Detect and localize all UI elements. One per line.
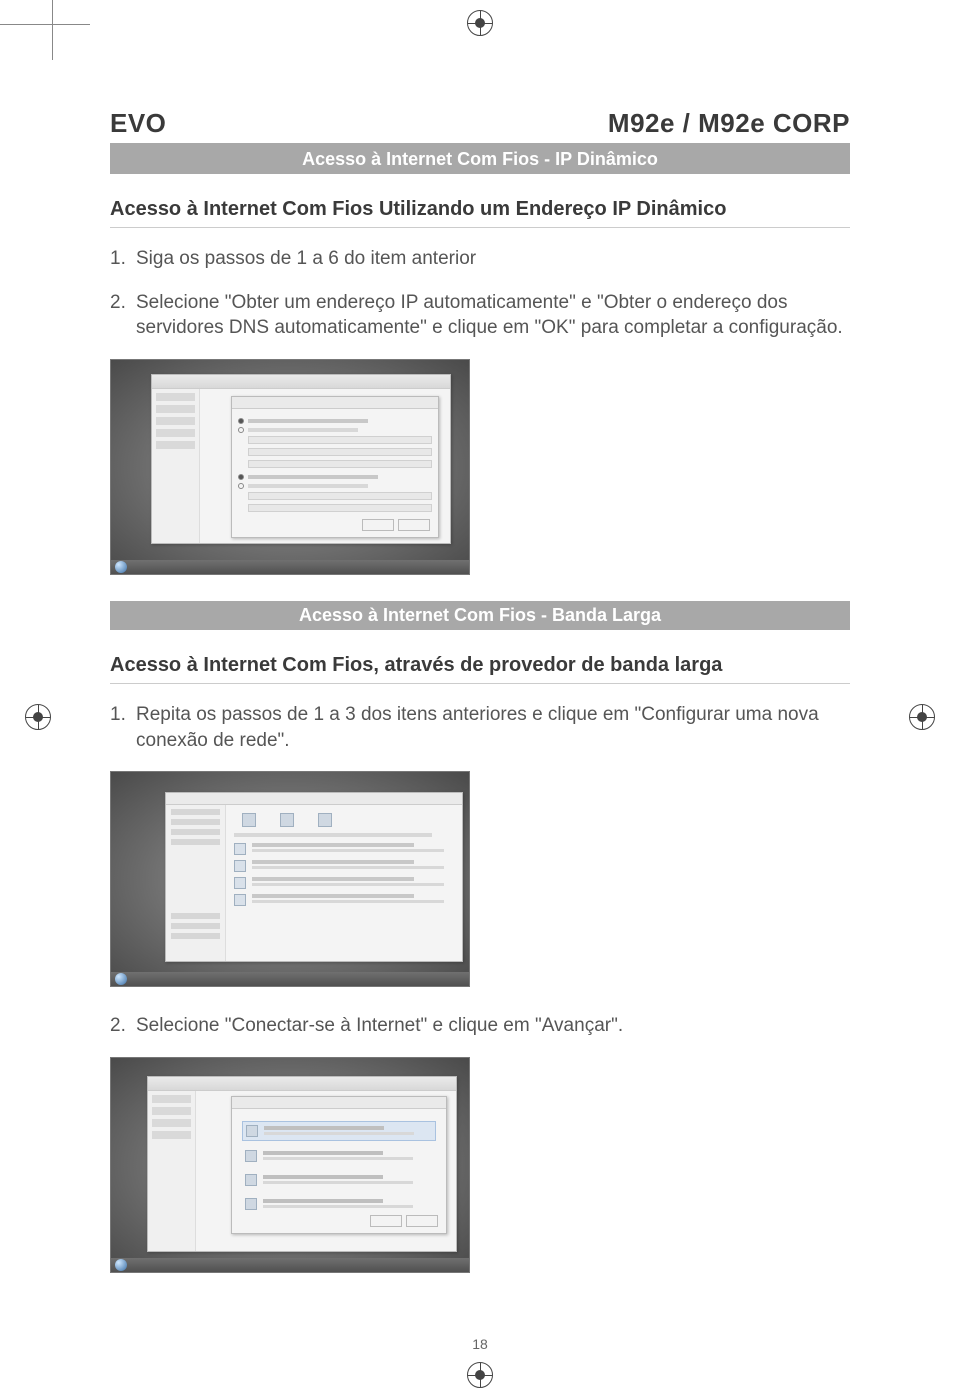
step-text: Selecione "Conectar-se à Internet" e cli…: [136, 1015, 623, 1036]
step-text: Siga os passos de 1 a 6 do item anterior: [136, 248, 476, 269]
registration-mark-top: [467, 10, 493, 36]
network-icon: [280, 813, 294, 827]
taskbar: [111, 972, 469, 986]
steps-list-2: 1.Repita os passos de 1 a 3 dos itens an…: [110, 702, 850, 753]
steps-list-2b: 2.Selecione "Conectar-se à Internet" e c…: [110, 1013, 850, 1039]
section-heading-1: Acesso à Internet Com Fios Utilizando um…: [110, 198, 850, 228]
screenshot-connection-wizard: [110, 1057, 470, 1273]
next-button: [370, 1215, 402, 1227]
computer-icon: [242, 813, 256, 827]
brand-label: EVO: [110, 108, 166, 139]
option-connect-workplace: [242, 1171, 436, 1189]
network-center-window: [165, 792, 463, 962]
step-1-1: 1.Siga os passos de 1 a 6 do item anteri…: [110, 246, 850, 272]
step-text: Repita os passos de 1 a 3 dos itens ante…: [136, 704, 819, 751]
page-number: 18: [472, 1336, 488, 1352]
setup-connection-wizard: [231, 1096, 447, 1234]
option-dialup: [242, 1195, 436, 1213]
cancel-button: [406, 1215, 438, 1227]
title-band: EVO M92e / M92e CORP: [110, 108, 850, 145]
option-setup-network: [242, 1147, 436, 1165]
step-1-2: 2.Selecione "Obter um endereço IP automa…: [110, 290, 850, 341]
section-band-1: Acesso à Internet Com Fios - IP Dinâmico: [110, 145, 850, 174]
start-orb-icon: [115, 1259, 127, 1271]
step-text: Selecione "Obter um endereço IP automati…: [136, 292, 843, 339]
section-band-2: Acesso à Internet Com Fios - Banda Larga: [110, 601, 850, 630]
registration-mark-right: [909, 704, 935, 730]
router-icon: [245, 1150, 257, 1162]
model-label: M92e / M92e CORP: [608, 108, 850, 139]
taskbar: [111, 1258, 469, 1272]
option-connect-internet: [242, 1121, 436, 1141]
ipv4-properties-dialog: [231, 396, 439, 538]
ok-button: [362, 519, 394, 531]
step-2-2: 2.Selecione "Conectar-se à Internet" e c…: [110, 1013, 850, 1039]
page-content: EVO M92e / M92e CORP Acesso à Internet C…: [110, 108, 850, 1299]
registration-mark-bottom: [467, 1362, 493, 1388]
step-2-1: 1.Repita os passos de 1 a 3 dos itens an…: [110, 702, 850, 753]
crop-vline: [52, 0, 53, 60]
globe-icon: [246, 1125, 258, 1137]
screenshot-ip-dialog: [110, 359, 470, 575]
start-orb-icon: [115, 561, 127, 573]
taskbar: [111, 560, 469, 574]
cancel-button: [398, 519, 430, 531]
building-icon: [245, 1174, 257, 1186]
section-heading-2: Acesso à Internet Com Fios, através de p…: [110, 654, 850, 684]
screenshot-network-center: [110, 771, 470, 987]
phone-icon: [245, 1198, 257, 1210]
steps-list-1: 1.Siga os passos de 1 a 6 do item anteri…: [110, 246, 850, 341]
registration-mark-left: [25, 704, 51, 730]
internet-icon: [318, 813, 332, 827]
crop-hline: [0, 24, 90, 25]
start-orb-icon: [115, 973, 127, 985]
